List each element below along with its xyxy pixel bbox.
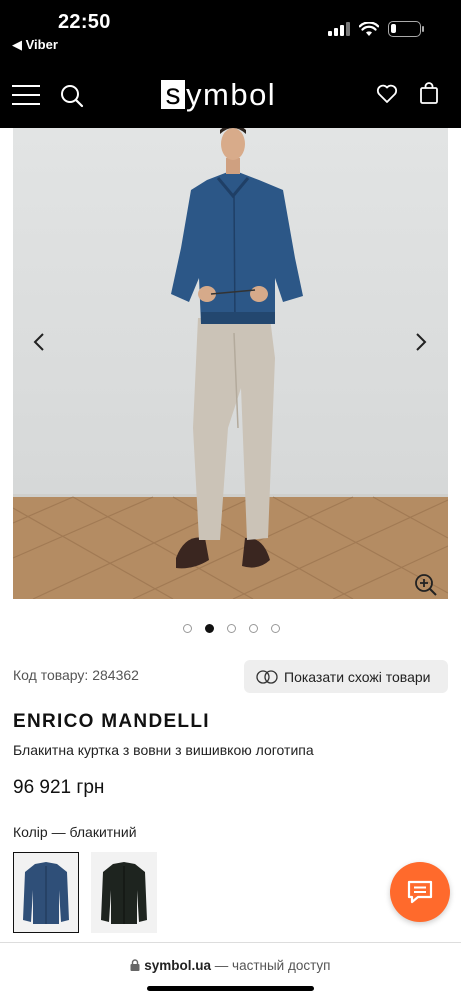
chat-icon <box>407 880 433 904</box>
product-price: 96 921 грн <box>13 777 105 798</box>
chevron-left-icon <box>33 333 44 351</box>
gallery-prev-button[interactable] <box>33 332 45 357</box>
browser-url-bar[interactable]: symbol.ua — частный доступ <box>0 942 461 999</box>
product-code: Код товару: 284362 <box>13 667 139 683</box>
gallery-next-button[interactable] <box>415 332 427 357</box>
color-option-dark[interactable] <box>91 852 157 933</box>
home-indicator <box>147 986 314 991</box>
wifi-icon <box>359 21 379 36</box>
back-to-viber-link[interactable]: ◀ Viber <box>12 37 58 53</box>
logo-letter: s <box>161 79 185 109</box>
jacket-thumbnail-blue <box>23 861 69 924</box>
color-option-blue[interactable] <box>13 852 79 933</box>
gallery-dot[interactable] <box>205 624 214 633</box>
cart-button[interactable] <box>420 82 438 104</box>
product-photo-illustration <box>13 128 448 599</box>
menu-icon <box>12 85 40 105</box>
url-text: symbol.ua — частный доступ <box>0 958 461 973</box>
logo-text: ymbol <box>186 76 277 112</box>
gallery-dot[interactable] <box>227 624 236 633</box>
symbol-logo[interactable]: s ymbol <box>161 78 276 110</box>
status-icons <box>328 21 424 37</box>
lock-icon <box>130 959 140 971</box>
product-description: Блакитна куртка з вовни з вишивкою логот… <box>13 742 314 758</box>
chevron-right-icon <box>416 333 427 351</box>
gallery-pagination <box>183 624 280 633</box>
jacket-thumbnail-dark <box>101 861 147 924</box>
similar-icon <box>256 669 278 684</box>
gallery-dot[interactable] <box>249 624 258 633</box>
zoom-button[interactable] <box>414 573 438 602</box>
show-similar-label: Показати схожі товари <box>284 668 431 685</box>
search-icon <box>61 85 84 108</box>
color-label: Колір — блакитний <box>13 824 137 840</box>
status-time: 22:50 <box>58 11 111 33</box>
signal-icon <box>328 22 350 36</box>
wishlist-button[interactable] <box>376 84 398 104</box>
product-image[interactable] <box>13 128 448 599</box>
gallery-dot[interactable] <box>271 624 280 633</box>
menu-button[interactable] <box>12 84 40 106</box>
product-brand[interactable]: ENRICO MANDELLI <box>13 711 210 733</box>
chat-button[interactable] <box>390 862 450 922</box>
heart-icon <box>376 84 398 103</box>
gallery-dot[interactable] <box>183 624 192 633</box>
private-mode-label: — частный доступ <box>211 958 331 973</box>
battery-level <box>391 24 397 33</box>
battery-icon <box>388 21 424 37</box>
bag-icon <box>420 82 438 104</box>
search-button[interactable] <box>60 84 84 108</box>
zoom-in-icon <box>415 574 437 596</box>
show-similar-button[interactable]: Показати схожі товари <box>244 660 448 693</box>
url-domain: symbol.ua <box>144 958 212 973</box>
top-bar: 22:50 ◀ Viber s ymbol <box>0 0 461 128</box>
